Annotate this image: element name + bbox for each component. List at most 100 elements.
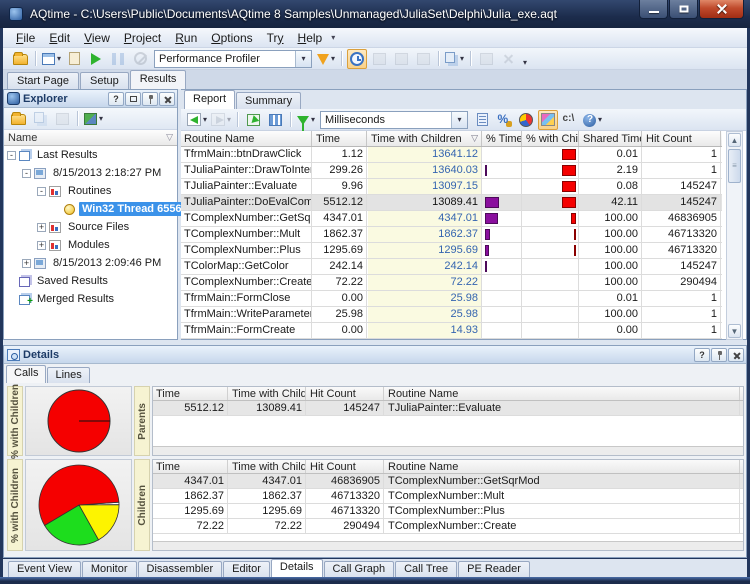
run-parameters-button[interactable]: ▾ <box>316 49 336 69</box>
menu-item-view[interactable]: View <box>77 29 117 47</box>
column-header-time-with-children[interactable]: Time with Children▽ <box>229 460 306 473</box>
toolbar-overflow-chevron[interactable]: ▾ <box>523 58 527 69</box>
report-row-tcomplexnumber-plus[interactable]: TComplexNumber::Plus1295.691295.69100.00… <box>181 243 722 259</box>
report-row-tfrmmain-writeparameters[interactable]: TfrmMain::WriteParameters25.9825.98100.0… <box>181 307 722 323</box>
report-view-button[interactable] <box>472 110 492 130</box>
menu-item-run[interactable]: Run <box>168 29 204 47</box>
tree-item-merged-results[interactable]: Merged Results <box>4 290 177 308</box>
column-header-time[interactable]: % Time <box>483 131 522 146</box>
menu-overflow-chevron[interactable]: ▾ <box>331 33 335 42</box>
detail-row-tcomplexnumber-plus[interactable]: 1295.691295.6946713320TComplexNumber::Pl… <box>153 504 743 519</box>
column-header-hit-count[interactable]: Hit Count <box>307 460 384 473</box>
scroll-up-icon[interactable]: ▲ <box>728 133 741 147</box>
column-header-hit-count[interactable]: Hit Count <box>643 131 721 146</box>
tab-results[interactable]: Results <box>130 70 187 89</box>
menu-item-help[interactable]: Help <box>291 29 330 47</box>
report-row-tfrmmain-btndrawclick[interactable]: TfrmMain::btnDrawClick1.1213641.120.011 <box>181 147 722 163</box>
tree-item-win32-thread-6556[interactable]: Win32 Thread 6556 <box>4 200 177 218</box>
menu-item-project[interactable]: Project <box>117 29 168 47</box>
new-item-button[interactable]: ▾ <box>41 49 62 69</box>
report-row-tcolormap-getcolor[interactable]: TColorMap::GetColor242.14242.14100.00145… <box>181 259 722 275</box>
close-panel-icon[interactable] <box>728 348 744 362</box>
units-selector[interactable]: Milliseconds▾ <box>320 111 468 129</box>
filter-button[interactable]: ▾ <box>296 110 316 130</box>
tab-calls[interactable]: Calls <box>6 365 46 383</box>
help-button[interactable]: ▾ <box>582 110 603 130</box>
column-header-time[interactable]: Time <box>153 460 228 473</box>
graph-view-button[interactable] <box>516 110 536 130</box>
tab-start-page[interactable]: Start Page <box>7 72 79 89</box>
help-icon[interactable]: ? <box>108 92 124 106</box>
tree-item-8-15-2013-2-18-27-pm[interactable]: -8/15/2013 2:18:27 PM <box>4 164 177 182</box>
tree-item-8-15-2013-2-09-46-pm[interactable]: +8/15/2013 2:09:46 PM <box>4 254 177 272</box>
column-header-time[interactable]: Time <box>153 387 228 400</box>
report-row-tjuliapainter-doevalcomplex[interactable]: TJuliaPainter::DoEvalComplex5512.1213089… <box>181 195 722 211</box>
export-results-button[interactable]: ▾ <box>83 109 104 129</box>
tab-event-view[interactable]: Event View <box>8 561 81 577</box>
report-row-tcomplexnumber-create[interactable]: TComplexNumber::Create72.2272.22100.0029… <box>181 275 722 291</box>
collapse-icon[interactable]: - <box>37 187 46 196</box>
tab-disassembler[interactable]: Disassembler <box>138 561 223 577</box>
help-icon[interactable]: ? <box>694 348 710 362</box>
tab-setup[interactable]: Setup <box>80 72 129 89</box>
minimize-button[interactable] <box>639 0 668 19</box>
expand-icon[interactable]: + <box>37 241 46 250</box>
detail-row-tjuliapainter-evaluate[interactable]: 5512.1213089.41145247TJuliaPainter::Eval… <box>153 401 743 416</box>
enable-routine-level-button[interactable] <box>347 49 367 69</box>
profiler-selector[interactable]: Performance Profiler▾ <box>154 50 312 68</box>
run-button[interactable] <box>86 49 106 69</box>
tab-editor[interactable]: Editor <box>223 561 270 577</box>
report-row-tjuliapainter-drawtointernalbit[interactable]: TJuliaPainter::DrawToInternalBit...299.2… <box>181 163 722 179</box>
menu-item-try[interactable]: Try <box>260 29 291 47</box>
column-header-with-chil[interactable]: % with Chil... <box>523 131 579 146</box>
tab-monitor[interactable]: Monitor <box>82 561 137 577</box>
column-header-time-with-children[interactable]: Time with Children▽ <box>229 387 306 400</box>
report-row-tcomplexnumber-mult[interactable]: TComplexNumber::Mult1862.371862.37100.00… <box>181 227 722 243</box>
scroll-thumb[interactable]: ≡ <box>728 149 741 183</box>
report-row-tjuliapainter-evaluate[interactable]: TJuliaPainter::Evaluate9.9613097.150.081… <box>181 179 722 195</box>
copy-all-button[interactable]: ▾ <box>444 49 465 69</box>
pin-icon[interactable] <box>711 348 727 362</box>
column-header-hit-count[interactable]: Hit Count <box>307 387 384 400</box>
detail-row-tcomplexnumber-create[interactable]: 72.2272.22290494TComplexNumber::Create <box>153 519 743 534</box>
field-chooser-button[interactable] <box>265 110 285 130</box>
tab-pe-reader[interactable]: PE Reader <box>458 561 530 577</box>
tab-summary[interactable]: Summary <box>236 92 301 109</box>
restore-panel-icon[interactable] <box>125 92 141 106</box>
tree-item-routines[interactable]: -Routines <box>4 182 177 200</box>
report-row-tcomplexnumber-getsqrmod[interactable]: TComplexNumber::GetSqrMod4347.014347.011… <box>181 211 722 227</box>
profiler-selector-dropdown-icon[interactable]: ▾ <box>295 51 311 67</box>
tree-item-modules[interactable]: +Modules <box>4 236 177 254</box>
column-header-routine-name[interactable]: Routine Name <box>385 387 740 400</box>
tab-lines[interactable]: Lines <box>47 367 89 383</box>
column-header-routine-name[interactable]: Routine Name <box>181 131 312 146</box>
tab-details[interactable]: Details <box>271 559 323 577</box>
expand-icon[interactable]: + <box>37 223 46 232</box>
explorer-name-header[interactable]: Name ▽ <box>4 130 177 146</box>
close-panel-icon[interactable] <box>159 92 175 106</box>
report-row-tfrmmain-formcreate[interactable]: TfrmMain::FormCreate0.0014.930.001 <box>181 323 722 339</box>
export-report-button[interactable] <box>243 110 263 130</box>
report-scrollbar[interactable]: ▲ ≡ ▼ <box>726 131 743 340</box>
tab-call-graph[interactable]: Call Graph <box>324 561 395 577</box>
collapse-icon[interactable]: - <box>22 169 31 178</box>
column-header-time-with-children[interactable]: Time with Children▽ <box>368 131 482 146</box>
tree-item-source-files[interactable]: +Source Files <box>4 218 177 236</box>
pin-icon[interactable] <box>142 92 158 106</box>
column-header-time[interactable]: Time <box>313 131 367 146</box>
open-project-button[interactable] <box>10 49 30 69</box>
add-module-button[interactable] <box>64 49 84 69</box>
menu-item-edit[interactable]: Edit <box>42 29 77 47</box>
column-header-shared-time[interactable]: Shared Time <box>580 131 642 146</box>
units-selector-dropdown-icon[interactable]: ▾ <box>451 112 467 128</box>
restore-button[interactable] <box>669 0 698 19</box>
column-header-routine-name[interactable]: Routine Name <box>385 460 740 473</box>
tree-item-last-results[interactable]: -Last Results <box>4 146 177 164</box>
back-button[interactable]: ▾ <box>186 110 208 130</box>
tab-report[interactable]: Report <box>184 90 235 109</box>
tab-call-tree[interactable]: Call Tree <box>395 561 457 577</box>
report-row-tfrmmain-formclose[interactable]: TfrmMain::FormClose0.0025.980.011 <box>181 291 722 307</box>
scroll-down-icon[interactable]: ▼ <box>728 324 741 338</box>
open-results-button[interactable] <box>8 109 28 129</box>
menu-item-options[interactable]: Options <box>204 29 259 47</box>
